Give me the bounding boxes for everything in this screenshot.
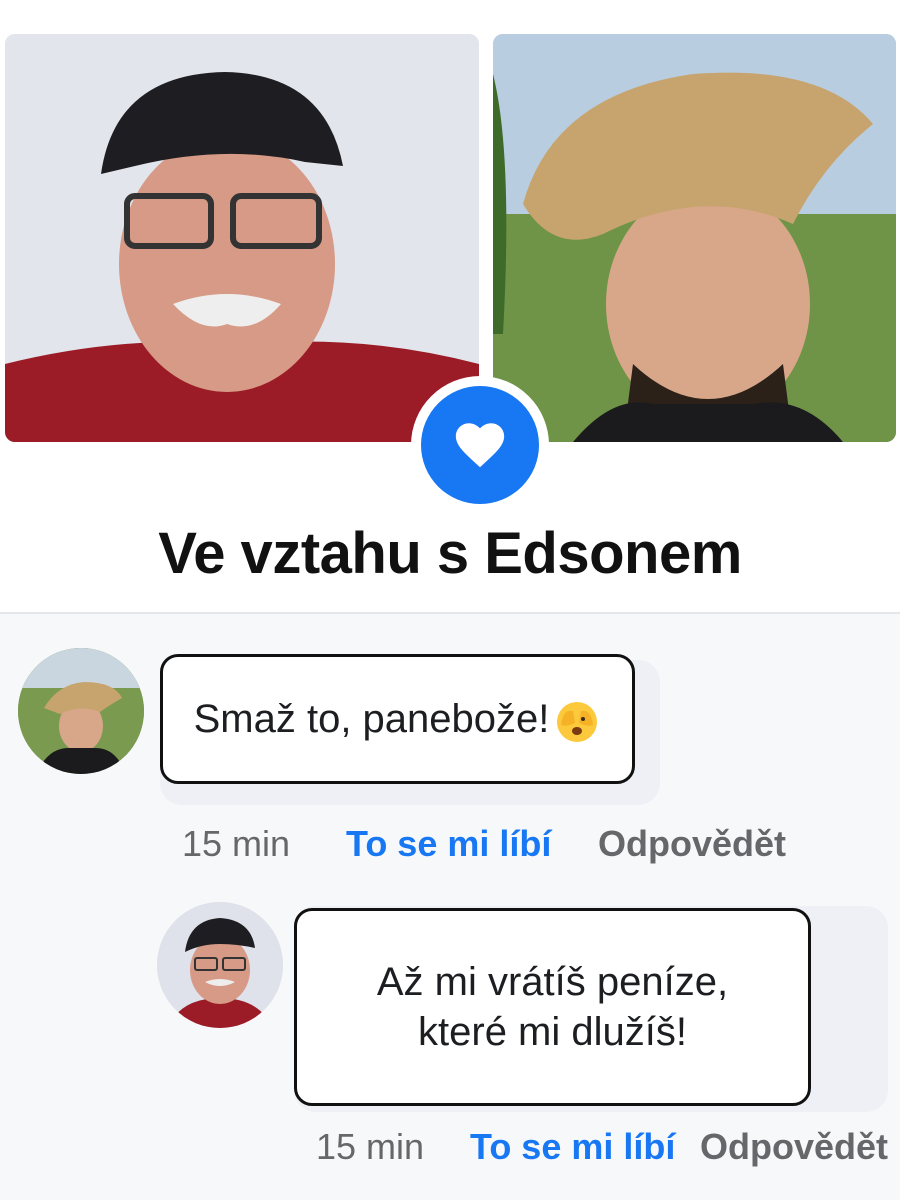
relationship-status-title: Ve vztahu s Edsonem [158, 521, 742, 586]
avatar-image [18, 648, 144, 774]
comment-bubble[interactable]: Smaž to, panebože! [160, 654, 635, 784]
like-link[interactable]: To se mi líbí [346, 823, 551, 865]
face-with-hand-over-eyes-emoji-icon [553, 697, 601, 745]
reply-time: 15 min [316, 1126, 425, 1167]
commenter-avatar-older-man[interactable] [157, 902, 283, 1028]
heart-badge-circle [421, 386, 539, 504]
avatar-image [157, 902, 283, 1028]
reply-bubble[interactable]: Až mi vrátíš peníze, které mi dlužíš! [294, 908, 811, 1106]
like-link[interactable]: To se mi líbí [470, 1126, 675, 1168]
comment-text: Smaž to, panebože! [193, 696, 550, 741]
commenter-avatar-young-man[interactable] [18, 648, 144, 774]
reply-text: Až mi vrátíš peníze, které mi dlužíš! [376, 960, 729, 1054]
profile-photo-right[interactable] [493, 34, 896, 442]
heart-icon [455, 423, 505, 468]
reply-link[interactable]: Odpovědět [700, 1126, 888, 1168]
older-man-photo [5, 34, 479, 442]
reply-actions: 15 min To se mi líbí Odpovědět [0, 1126, 900, 1170]
comment-time: 15 min [182, 823, 291, 864]
comment-actions: 15 min To se mi líbí Odpovědět [0, 823, 900, 867]
young-man-photo [493, 34, 896, 442]
relationship-badge [411, 376, 549, 514]
profile-photo-left[interactable] [5, 34, 479, 442]
reply-link[interactable]: Odpovědět [598, 823, 786, 865]
